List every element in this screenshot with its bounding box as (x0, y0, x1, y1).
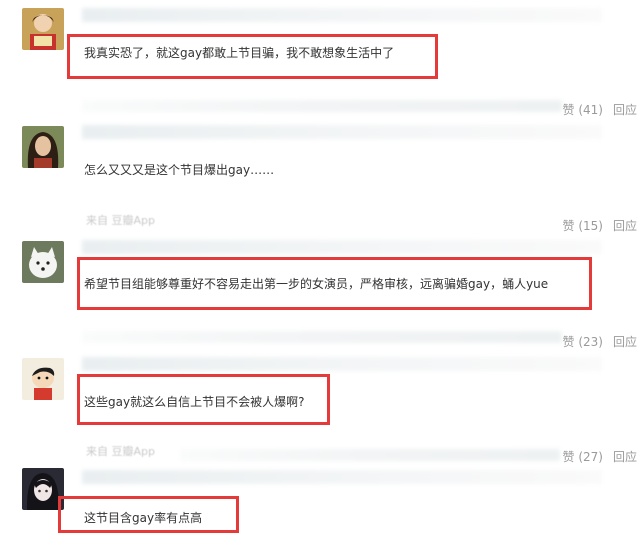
white-dog-avatar[interactable] (22, 241, 64, 283)
meta-blurred (180, 449, 560, 461)
like-button[interactable]: 赞 (23) (563, 335, 603, 349)
username-blurred (82, 8, 602, 22)
comment-actions: 赞 (15) 回应 (563, 217, 637, 234)
username-blurred (82, 470, 602, 484)
comment-actions: 赞 (23) 回应 (563, 333, 637, 350)
highlight-box (67, 34, 438, 79)
highlight-box (77, 257, 592, 310)
meta-blurred (82, 331, 562, 343)
source-label: 来自 豆瓣App (86, 214, 155, 227)
username-blurred (82, 125, 602, 139)
like-button[interactable]: 赞 (15) (563, 219, 603, 233)
comment-actions: 赞 (27) 回应 (563, 448, 637, 465)
reply-button[interactable]: 回应 (613, 335, 637, 349)
comment-text: 怎么又又又是这个节目爆出gay…… (84, 163, 275, 177)
source-label: 来自 豆瓣App (86, 445, 155, 458)
like-button[interactable]: 赞 (27) (563, 450, 603, 464)
reply-button[interactable]: 回应 (613, 219, 637, 233)
username-blurred (82, 240, 602, 254)
meta-blurred (82, 100, 562, 112)
reply-button[interactable]: 回应 (613, 450, 637, 464)
username-blurred (82, 357, 602, 371)
long-hair-avatar[interactable] (22, 126, 64, 168)
cartoon-boy-avatar[interactable] (22, 358, 64, 400)
like-button[interactable]: 赞 (41) (563, 103, 603, 117)
highlight-box (58, 496, 239, 533)
lady-red-avatar[interactable] (22, 8, 64, 50)
highlight-box (77, 374, 330, 425)
comment-actions: 赞 (41) 回应 (563, 101, 637, 118)
reply-button[interactable]: 回应 (613, 103, 637, 117)
